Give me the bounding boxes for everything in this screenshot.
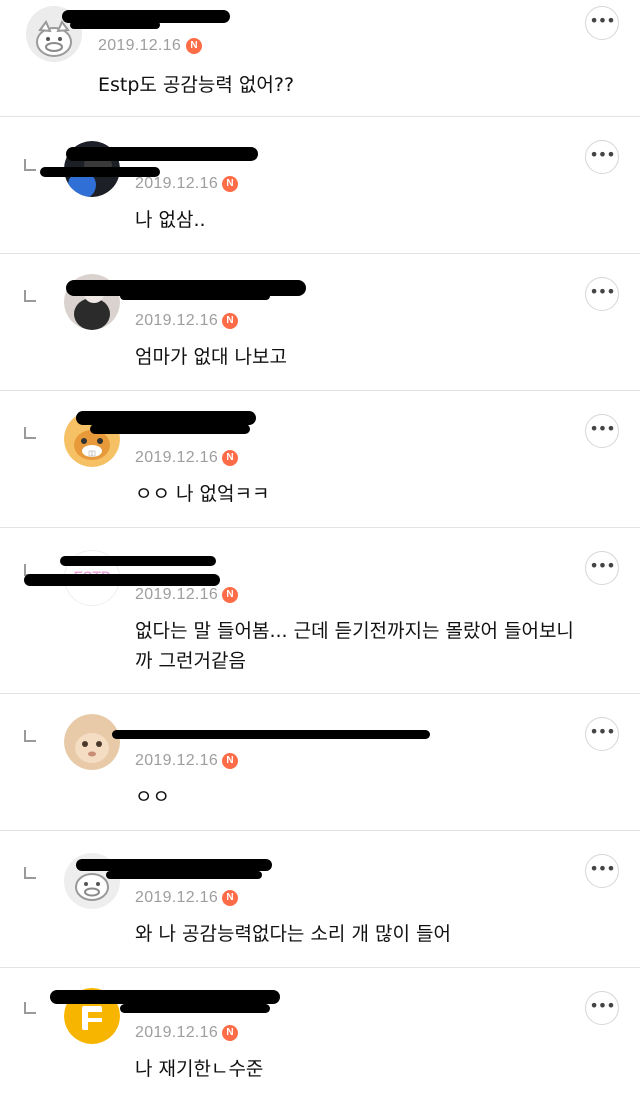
more-options-button[interactable]: ••• xyxy=(585,277,619,311)
more-options-button[interactable]: ••• xyxy=(585,414,619,448)
reply-arrow-icon xyxy=(24,867,36,879)
reply-arrow-icon xyxy=(24,427,36,439)
comment-text: 나 재기한ㄴ수준 xyxy=(135,1058,264,1080)
new-badge: N xyxy=(222,890,238,906)
reply-item: ESTP 2019.12.16 N 없다는 말 들어봄... 근데 듣기전까지는… xyxy=(0,528,640,694)
comment-date: 2019.12.16 xyxy=(135,752,219,769)
more-options-button[interactable]: ••• xyxy=(585,854,619,888)
new-badge: N xyxy=(222,587,238,603)
comment-text: 엄마가 없대 나보고 xyxy=(135,346,287,368)
redacted-username xyxy=(70,21,160,29)
reply-item: 2019.12.16 N ㅇㅇ ••• xyxy=(0,694,640,831)
comment-text: Estp도 공감능력 없어?? xyxy=(98,74,295,96)
comment-text: 나 없삼.. xyxy=(135,209,206,231)
reply-item: 2019.12.16 N 엄마가 없대 나보고 ••• xyxy=(0,254,640,391)
comment-text: 없다는 말 들어봄... 근데 듣기전까지는 몰랐어 들어보니 까 그런거같음 xyxy=(135,620,574,672)
avatar[interactable] xyxy=(64,714,120,770)
more-options-button[interactable]: ••• xyxy=(585,551,619,585)
comment-text: ㅇㅇ xyxy=(135,786,170,808)
comment-date: 2019.12.16 xyxy=(135,312,219,329)
comment-date: 2019.12.16 xyxy=(135,586,219,603)
comment-date: 2019.12.16 xyxy=(135,449,219,466)
more-options-button[interactable]: ••• xyxy=(585,6,619,40)
more-options-button[interactable]: ••• xyxy=(585,991,619,1025)
redacted-username xyxy=(106,871,262,879)
comment-date: 2019.12.16 xyxy=(135,1024,219,1041)
redacted-username xyxy=(90,424,250,434)
reply-item: 2019.12.16 N 나 없삼.. ••• xyxy=(0,117,640,254)
redacted-username xyxy=(120,292,270,300)
comment-item: 2019.12.16 N Estp도 공감능력 없어?? ••• xyxy=(0,0,640,117)
reply-arrow-icon xyxy=(24,290,36,302)
redacted-username xyxy=(76,411,256,425)
new-badge: N xyxy=(222,1025,238,1041)
reply-item: 2019.12.16 N ㅇㅇ 나 없엌ㅋㅋ ••• xyxy=(0,391,640,528)
comment-date: 2019.12.16 xyxy=(135,889,219,906)
redacted-username xyxy=(24,574,220,586)
new-badge: N xyxy=(222,450,238,466)
new-badge: N xyxy=(222,176,238,192)
redacted-username xyxy=(50,990,280,1004)
reply-arrow-icon xyxy=(24,159,36,171)
redacted-username xyxy=(66,147,258,161)
redacted-username xyxy=(76,859,272,871)
reply-arrow-icon xyxy=(24,1002,36,1014)
photo-avatar-icon xyxy=(64,714,120,770)
more-options-button[interactable]: ••• xyxy=(585,140,619,174)
redacted-username xyxy=(60,556,216,566)
redacted-username xyxy=(120,1004,270,1013)
new-badge: N xyxy=(186,38,202,54)
new-badge: N xyxy=(222,753,238,769)
comment-date: 2019.12.16 xyxy=(135,175,219,192)
reply-item: 2019.12.16 N 나 재기한ㄴ수준 ••• xyxy=(0,968,640,1100)
reply-item: 2019.12.16 N 와 나 공감능력없다는 소리 개 많이 들어 ••• xyxy=(0,831,640,968)
more-options-button[interactable]: ••• xyxy=(585,717,619,751)
new-badge: N xyxy=(222,313,238,329)
reply-arrow-icon xyxy=(24,730,36,742)
comment-date: 2019.12.16 xyxy=(98,37,182,54)
redacted-username xyxy=(112,730,430,739)
comment-text: ㅇㅇ 나 없엌ㅋㅋ xyxy=(135,483,270,505)
comment-text: 와 나 공감능력없다는 소리 개 많이 들어 xyxy=(135,923,451,945)
